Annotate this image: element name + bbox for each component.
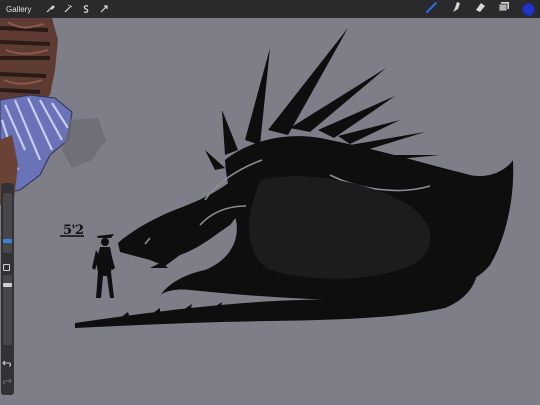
drawing-canvas[interactable] bbox=[0, 0, 540, 405]
eraser-icon[interactable] bbox=[474, 0, 486, 18]
smudge-icon[interactable] bbox=[450, 0, 462, 18]
toolbar-left-group: Gallery bbox=[6, 0, 111, 18]
top-toolbar: Gallery bbox=[0, 0, 540, 18]
toolbar-right-group bbox=[426, 0, 535, 18]
layers-icon[interactable] bbox=[498, 0, 510, 18]
undo-icon[interactable] bbox=[2, 355, 12, 367]
gallery-button[interactable]: Gallery bbox=[6, 5, 31, 14]
color-swatch[interactable] bbox=[522, 2, 535, 16]
height-annotation: 5'2 bbox=[63, 223, 84, 238]
opacity-handle[interactable] bbox=[3, 283, 12, 287]
brush-size-slider[interactable] bbox=[3, 193, 12, 253]
modify-button[interactable] bbox=[3, 264, 10, 271]
adjustments-icon[interactable] bbox=[61, 2, 75, 16]
opacity-slider[interactable] bbox=[3, 275, 12, 345]
transform-icon[interactable] bbox=[97, 2, 111, 16]
redo-icon[interactable] bbox=[2, 373, 12, 385]
selection-icon[interactable] bbox=[79, 2, 93, 16]
brush-icon[interactable] bbox=[426, 0, 438, 18]
brush-size-handle[interactable] bbox=[3, 239, 12, 243]
actions-icon[interactable] bbox=[43, 2, 57, 16]
